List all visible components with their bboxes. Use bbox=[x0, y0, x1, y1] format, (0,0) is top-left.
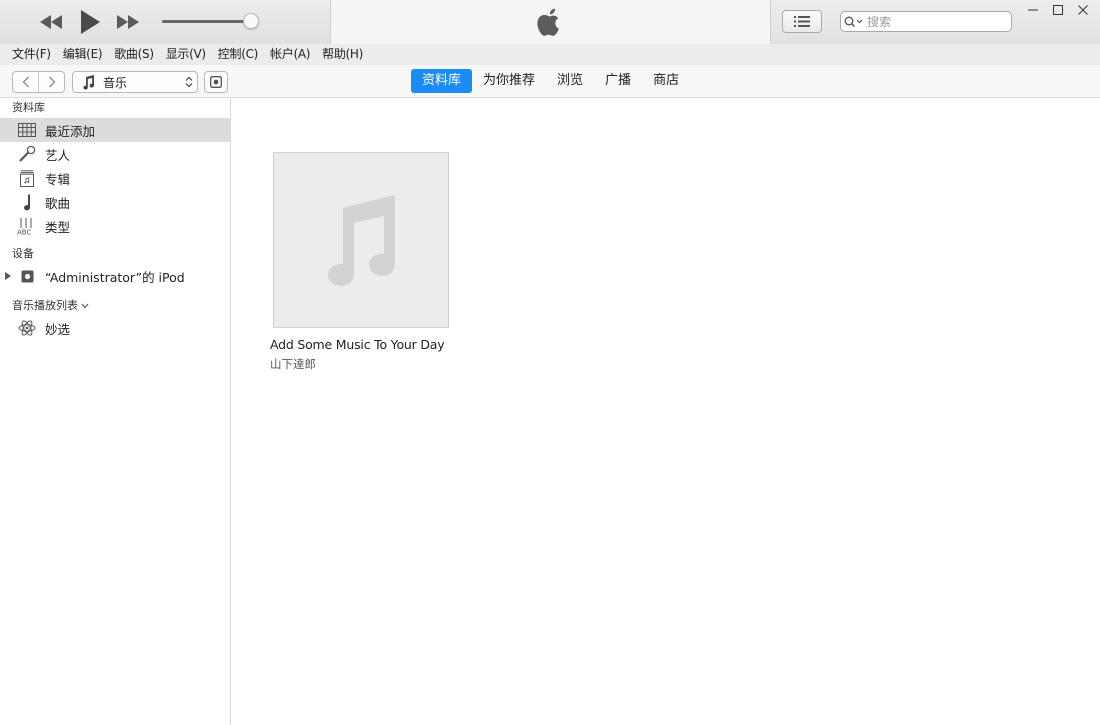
chevron-right-icon bbox=[48, 76, 56, 88]
menu-view[interactable]: 显示(V) bbox=[160, 44, 212, 65]
media-kind-label: 音乐 bbox=[103, 75, 128, 90]
genius-atom-icon bbox=[16, 318, 38, 338]
volume-knob[interactable] bbox=[243, 13, 260, 29]
volume-level bbox=[162, 20, 252, 23]
play-button[interactable] bbox=[78, 9, 102, 35]
sidebar-item-albums[interactable]: 专辑 bbox=[0, 166, 230, 190]
sidebar-item-label: “Administrator”的 iPod bbox=[45, 269, 185, 285]
navigation-toolbar: 音乐 资料库 为你推荐 浏览 广播 商店 bbox=[0, 65, 1100, 98]
sidebar-item-label: 专辑 bbox=[45, 171, 71, 187]
microphone-icon bbox=[16, 144, 38, 164]
album-icon bbox=[16, 168, 38, 188]
sidebar-item-recently-added[interactable]: 最近添加 bbox=[0, 118, 230, 142]
menu-account[interactable]: 帐户(A) bbox=[264, 44, 316, 65]
menu-controls[interactable]: 控制(C) bbox=[212, 44, 264, 65]
tab-for-you[interactable]: 为你推荐 bbox=[472, 69, 546, 93]
playlists-heading[interactable]: 音乐播放列表 bbox=[0, 296, 230, 316]
sidebar-item-artists[interactable]: 艺人 bbox=[0, 142, 230, 166]
minimize-icon bbox=[1028, 9, 1038, 11]
chevron-left-icon bbox=[22, 76, 29, 88]
chevron-down-icon bbox=[81, 303, 89, 309]
device-button[interactable] bbox=[204, 71, 228, 93]
menu-song[interactable]: 歌曲(S) bbox=[108, 44, 159, 65]
genre-icon: ABC bbox=[16, 216, 38, 236]
rewind-icon bbox=[40, 15, 62, 29]
playlists-heading-label: 音乐播放列表 bbox=[12, 299, 78, 312]
sidebar-item-ipod[interactable]: “Administrator”的 iPod bbox=[0, 264, 230, 288]
album-artist[interactable]: 山下達郎 bbox=[270, 356, 460, 372]
tab-library[interactable]: 资料库 bbox=[411, 69, 473, 93]
menu-file[interactable]: 文件(F) bbox=[6, 44, 57, 65]
music-note-icon bbox=[73, 74, 103, 90]
media-kind-select[interactable]: 音乐 bbox=[72, 71, 198, 93]
close-button[interactable] bbox=[1072, 2, 1094, 18]
itunes-window: 文件(F) 编辑(E) 歌曲(S) 显示(V) 控制(C) 帐户(A) 帮助(H… bbox=[0, 0, 1100, 725]
sidebar-item-label: 歌曲 bbox=[45, 195, 71, 211]
maximize-icon bbox=[1053, 5, 1063, 15]
disclosure-triangle-icon[interactable] bbox=[5, 272, 11, 280]
grid-icon bbox=[16, 120, 38, 140]
fast-forward-icon bbox=[117, 15, 139, 29]
music-note-icon bbox=[16, 192, 38, 212]
menu-edit[interactable]: 编辑(E) bbox=[57, 44, 108, 65]
sidebar-item-songs[interactable]: 歌曲 bbox=[0, 190, 230, 214]
album-tile[interactable]: Add Some Music To Your Day 山下達郎 bbox=[270, 152, 460, 372]
search-field[interactable] bbox=[840, 11, 1012, 32]
search-icon bbox=[841, 12, 867, 31]
library-tabs: 资料库 为你推荐 浏览 广播 商店 bbox=[411, 69, 690, 93]
apple-logo-icon bbox=[536, 8, 563, 38]
sidebar-item-genius[interactable]: 妙选 bbox=[0, 316, 230, 340]
sidebar-item-label: 类型 bbox=[45, 219, 71, 235]
player-controls bbox=[0, 0, 331, 44]
library-heading: 资料库 bbox=[12, 101, 45, 114]
album-title[interactable]: Add Some Music To Your Day bbox=[270, 337, 460, 352]
menu-bar: 文件(F) 编辑(E) 歌曲(S) 显示(V) 控制(C) 帐户(A) 帮助(H… bbox=[0, 44, 1100, 65]
minimize-button[interactable] bbox=[1022, 2, 1044, 18]
sidebar-item-label: 妙选 bbox=[45, 321, 71, 337]
maximize-button[interactable] bbox=[1047, 2, 1069, 18]
sidebar-item-label: 最近添加 bbox=[45, 123, 96, 139]
updown-caret-icon bbox=[181, 76, 197, 88]
close-icon bbox=[1078, 5, 1088, 15]
tab-store[interactable]: 商店 bbox=[642, 69, 690, 93]
svg-text:ABC: ABC bbox=[17, 229, 31, 236]
history-nav bbox=[12, 71, 65, 93]
sidebar-item-genres[interactable]: ABC 类型 bbox=[0, 214, 230, 238]
devices-heading: 设备 bbox=[12, 247, 34, 260]
sidebar: 资料库 最近添加 艺人 专辑 歌曲 ABC 类型 设备 “Administrat… bbox=[0, 98, 231, 725]
title-bar bbox=[0, 0, 1100, 44]
device-icon bbox=[210, 76, 222, 88]
album-artwork[interactable] bbox=[273, 152, 449, 328]
tab-browse[interactable]: 浏览 bbox=[546, 69, 594, 93]
up-next-list-button[interactable] bbox=[782, 10, 822, 33]
search-input[interactable] bbox=[867, 12, 1007, 31]
ipod-icon bbox=[16, 266, 38, 286]
list-icon bbox=[794, 16, 810, 27]
library-content: Add Some Music To Your Day 山下達郎 bbox=[232, 98, 1100, 725]
menu-help[interactable]: 帮助(H) bbox=[316, 44, 369, 65]
rewind-button[interactable] bbox=[38, 12, 64, 32]
play-icon bbox=[81, 10, 100, 34]
fast-forward-button[interactable] bbox=[115, 12, 141, 32]
forward-button[interactable] bbox=[38, 72, 64, 92]
music-note-placeholder-icon bbox=[328, 195, 396, 286]
sidebar-item-label: 艺人 bbox=[45, 147, 71, 163]
tab-radio[interactable]: 广播 bbox=[594, 69, 642, 93]
back-button[interactable] bbox=[13, 72, 38, 92]
